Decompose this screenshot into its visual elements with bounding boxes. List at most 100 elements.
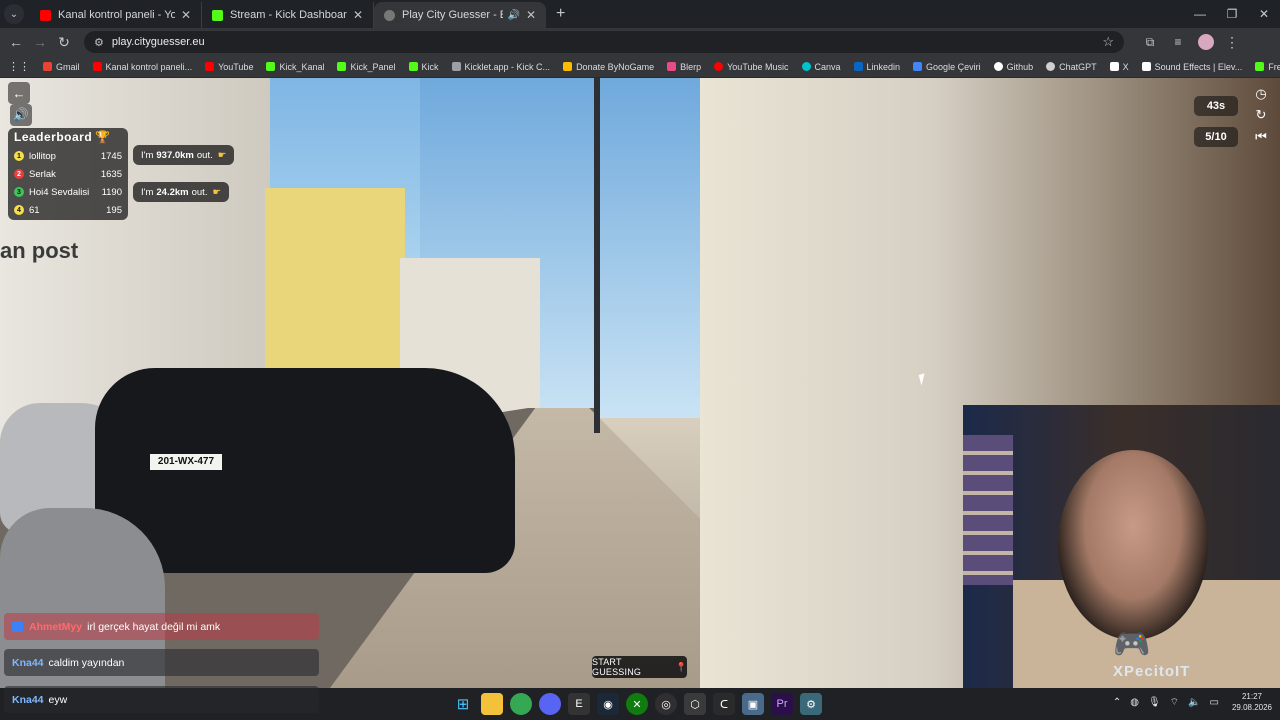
bookmark-label: YouTube Music (727, 61, 789, 72)
new-tab-button[interactable]: + (546, 5, 575, 28)
file-explorer-icon[interactable] (481, 693, 503, 715)
bookmarks-bar: ⋮⋮ Gmail Kanal kontrol paneli... YouTube… (0, 56, 1280, 78)
bookmark-youtube[interactable]: YouTube (205, 62, 253, 72)
shop-sign: an post (0, 238, 79, 263)
close-window-button[interactable]: ✕ (1248, 7, 1280, 21)
tab-kick[interactable]: Stream - Kick Dashboard ✕ (202, 2, 374, 28)
black-car (95, 368, 515, 573)
bookmark-label: Free Turkish langua... (1268, 61, 1280, 72)
clock-icon[interactable]: ◷ (1250, 83, 1272, 105)
settings-icon[interactable]: ⚙ (800, 693, 822, 715)
bookmark-kick[interactable]: Kick (408, 62, 439, 72)
app-icon[interactable]: ᑕ (713, 693, 735, 715)
app-icon[interactable]: ⬡ (684, 693, 706, 715)
avatar[interactable] (1198, 34, 1214, 50)
obs-icon[interactable]: ◎ (655, 693, 677, 715)
donate-icon (563, 62, 573, 71)
epic-games-icon[interactable]: E (568, 693, 590, 715)
bookmark-github[interactable]: Github (993, 62, 1033, 72)
player-score: 195 (106, 204, 122, 216)
xbox-icon[interactable]: ✕ (626, 693, 648, 715)
premiere-icon[interactable]: Pr (771, 693, 793, 715)
youtube-icon (92, 62, 102, 71)
bookmark-donate[interactable]: Donate ByNoGame (563, 62, 654, 72)
bookmark-kicklet[interactable]: Kicklet.app - Kick C... (451, 62, 550, 72)
audio-icon[interactable]: 🔊 (507, 10, 519, 21)
bookmark-youtube-studio[interactable]: Kanal kontrol paneli... (92, 62, 192, 72)
clock[interactable]: 21:27 29.08.2026 (1232, 691, 1272, 713)
youtube-icon (40, 9, 51, 21)
bookmark-kick-panel[interactable]: Kick_Panel (337, 62, 396, 72)
cityguesser-icon (384, 9, 395, 21)
tab-search-icon[interactable]: ≡ (1164, 35, 1192, 50)
close-icon[interactable]: ✕ (181, 8, 191, 22)
leaderboard-title-text: Leaderboard (14, 130, 93, 144)
minimize-button[interactable]: — (1184, 7, 1216, 21)
elevenlabs-icon (1141, 62, 1151, 71)
kick-icon (1255, 62, 1265, 71)
volume-icon[interactable]: 🔊 (10, 104, 32, 126)
tab-youtube[interactable]: Kanal kontrol paneli - YouTube ✕ (30, 2, 202, 28)
site-info-icon[interactable]: ⚙ (94, 36, 104, 49)
address-bar[interactable]: ⚙ play.cityguesser.eu ☆ (84, 31, 1124, 53)
start-guessing-button[interactable]: START GUESSING 📍 (592, 656, 687, 678)
bookmark-label: Kick_Kanal (279, 61, 325, 72)
shelf (963, 435, 1013, 585)
trophy-icon: 🏆 (95, 130, 111, 144)
kick-icon (266, 62, 276, 71)
battery-icon[interactable]: ▭ (1210, 697, 1219, 708)
skip-back-icon[interactable]: ⏮ (1250, 126, 1272, 148)
discord-icon[interactable] (539, 693, 561, 715)
reload-icon[interactable]: ↻ (52, 34, 76, 51)
blerp-icon (667, 62, 677, 71)
windows-start-icon[interactable]: ⊞ (452, 693, 474, 715)
app-icon[interactable]: ▣ (742, 693, 764, 715)
close-icon[interactable]: ✕ (353, 8, 363, 22)
close-icon[interactable]: ✕ (526, 8, 536, 22)
bookmark-turkish[interactable]: Free Turkish langua... (1255, 62, 1280, 72)
bookmark-kick-kanal[interactable]: Kick_Kanal (266, 62, 324, 72)
bookmark-gmail[interactable]: Gmail (43, 62, 80, 72)
bookmark-blerp[interactable]: Blerp (667, 62, 701, 72)
mic-icon[interactable]: 🎙 (1148, 697, 1161, 708)
gmail-icon (43, 62, 52, 71)
chevron-up-icon[interactable]: ⌃ (1113, 697, 1121, 708)
bookmark-sound-effects[interactable]: Sound Effects | Elev... (1141, 62, 1242, 72)
bookmark-canva[interactable]: Canva (801, 62, 841, 72)
player-name: Serlak (29, 168, 56, 180)
back-arrow-button[interactable]: ← (8, 82, 30, 104)
chrome-icon[interactable] (510, 693, 532, 715)
kicklet-icon (451, 62, 461, 71)
bookmark-linkedin[interactable]: Linkedin (853, 62, 900, 72)
controller-icon: 🎮 (1113, 628, 1151, 661)
kick-icon (337, 62, 347, 71)
bookmark-star-icon[interactable]: ☆ (1102, 34, 1114, 50)
bookmark-x[interactable]: X (1109, 62, 1129, 72)
tab-search-button[interactable]: ⌄ (4, 4, 24, 24)
chat-text: caldim yayından (48, 656, 125, 669)
youtube-music-icon (714, 62, 724, 71)
back-icon[interactable]: ← (4, 34, 28, 50)
maximize-button[interactable]: ❐ (1216, 7, 1248, 21)
rank-badge: 1 (14, 151, 24, 161)
bookmark-chatgpt[interactable]: ChatGPT (1046, 62, 1097, 72)
chat-text: eyw (48, 693, 68, 706)
wifi-icon[interactable]: ⌔ (1170, 696, 1179, 709)
refresh-icon[interactable]: ↻ (1250, 104, 1272, 126)
toolbar: ← → ↻ ⚙ play.cityguesser.eu ☆ ⧉ ≡ ⋮ (0, 28, 1280, 56)
bookmark-label: Google Çeviri (926, 61, 981, 72)
network-icon[interactable]: ◍ (1130, 697, 1139, 708)
extensions-icon[interactable]: ⧉ (1136, 35, 1164, 50)
bookmark-google-translate[interactable]: Google Çeviri (913, 62, 981, 72)
apps-icon[interactable]: ⋮⋮ (8, 60, 30, 73)
menu-icon[interactable]: ⋮ (1220, 34, 1244, 51)
speaker-icon[interactable]: 🔈 (1188, 697, 1200, 708)
bubble-suffix: out. (196, 149, 213, 161)
steam-icon[interactable]: ◉ (597, 693, 619, 715)
tab-cityguesser[interactable]: Play City Guesser - Explore 🔊 ✕ (374, 2, 546, 28)
leaderboard: Leaderboard 🏆 1 lollitop 1745 2 Serlak 16… (8, 128, 128, 220)
leaderboard-title: Leaderboard 🏆 (14, 130, 122, 144)
forward-icon[interactable]: → (28, 34, 52, 50)
bookmark-youtube-music[interactable]: YouTube Music (714, 61, 789, 72)
chat-username: Kna44 (12, 656, 44, 669)
